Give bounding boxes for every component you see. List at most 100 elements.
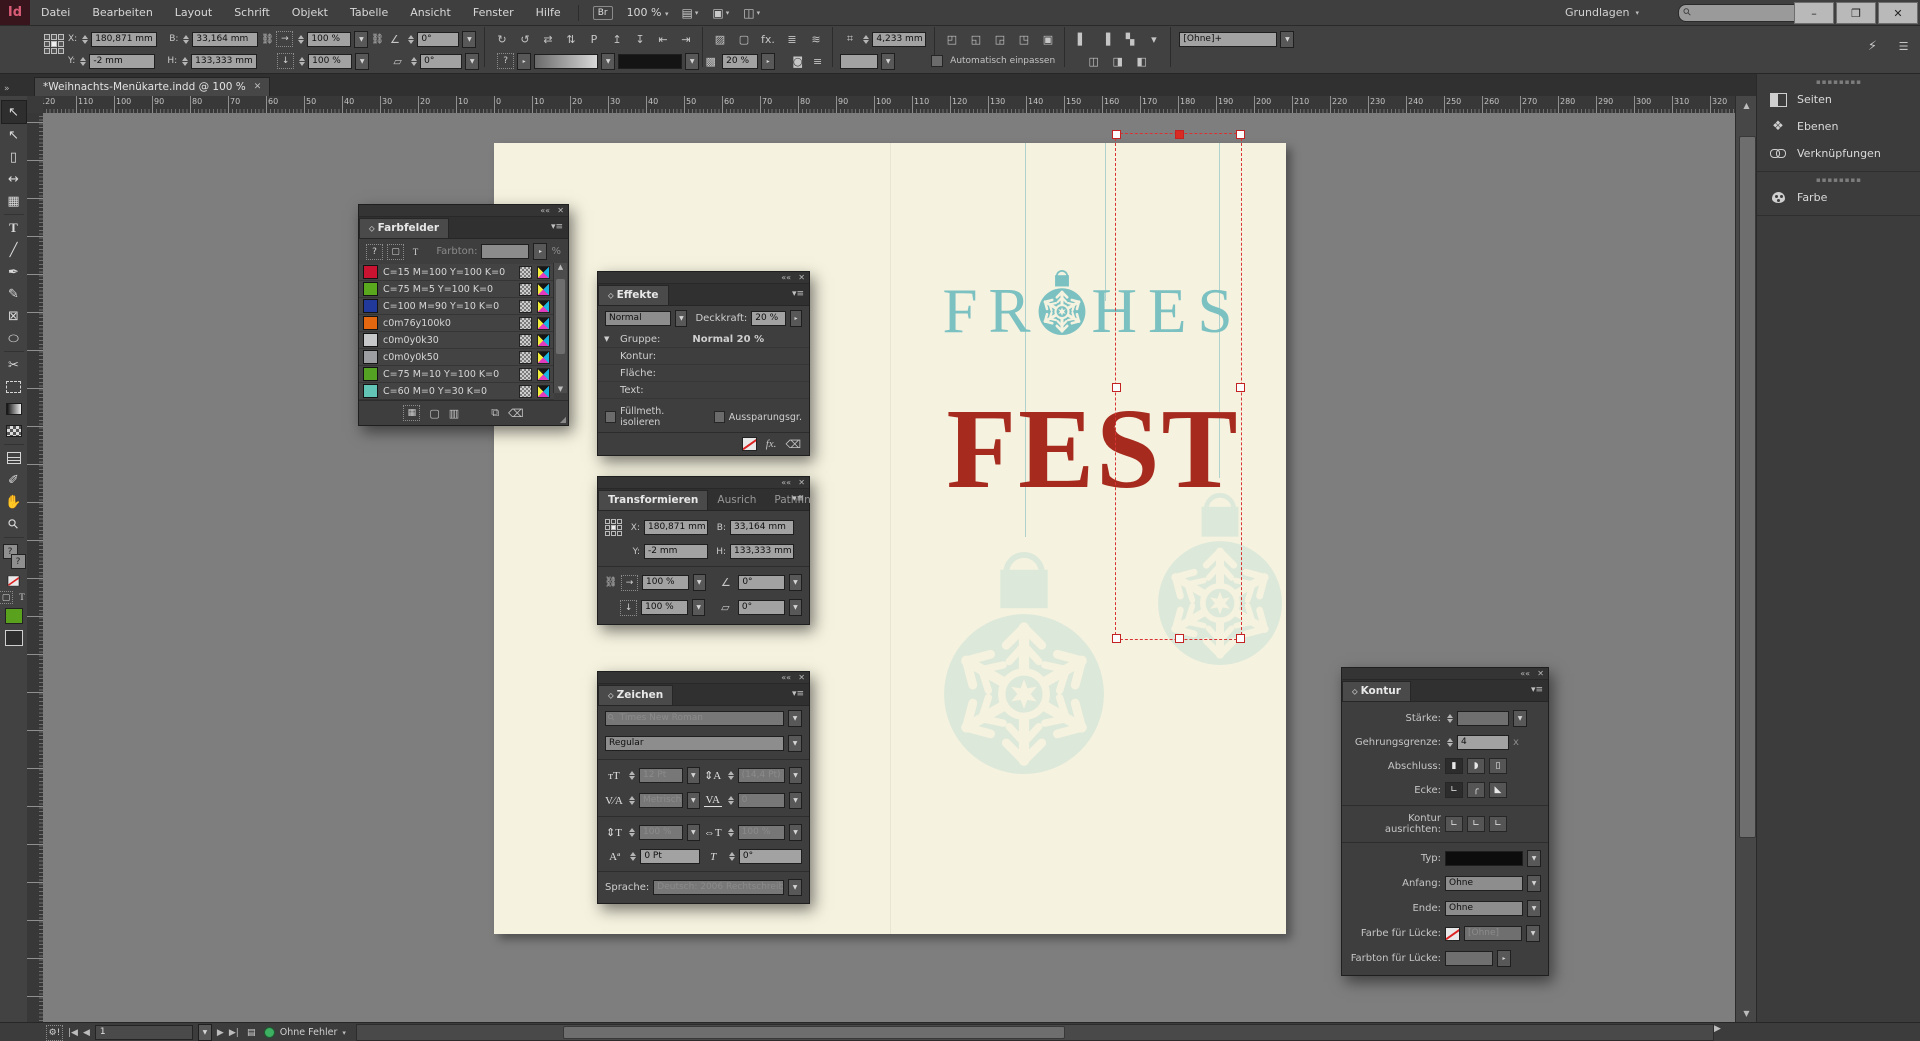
tracking-input[interactable]: 0 xyxy=(738,793,786,808)
cap-round-button[interactable]: ◗ xyxy=(1467,758,1485,774)
corner-radius-input[interactable]: 4,233 mm xyxy=(872,32,926,47)
rotation-input[interactable]: 0° xyxy=(417,32,459,47)
deckkraft-input[interactable]: 20 % xyxy=(751,311,786,326)
container-toggle-icon[interactable]: ▢ xyxy=(387,244,404,260)
blend-mode-arrow[interactable]: ▼ xyxy=(675,310,687,327)
dock-item-verknuepfungen[interactable]: Verknüpfungen xyxy=(1757,140,1920,167)
tool-zoom[interactable]: ⚲ xyxy=(2,513,26,535)
join-bevel-button[interactable]: ◣ xyxy=(1489,782,1507,798)
object-style-arrow[interactable]: ▼ xyxy=(1280,31,1294,48)
y-input[interactable]: -2 mm xyxy=(644,544,708,559)
tool-scissors[interactable]: ✂ xyxy=(2,354,26,376)
swatch-icon[interactable]: ▢ xyxy=(735,31,752,48)
selection-handle-top-center[interactable] xyxy=(1175,130,1184,139)
page-number-input[interactable]: 1 xyxy=(95,1025,193,1040)
workspace-switcher[interactable]: Grundlagen▾ xyxy=(1565,6,1639,19)
tool-selection[interactable]: ↖ xyxy=(1,100,27,124)
scale-y-arrow[interactable]: ▼ xyxy=(692,599,705,616)
preflight-panel-icon[interactable]: ▤ xyxy=(244,1026,259,1040)
select-next-icon[interactable]: ⇥ xyxy=(677,31,694,48)
show-gradient-swatches-button[interactable]: ▥ xyxy=(449,407,459,420)
menu-item[interactable]: Bearbeiten xyxy=(81,0,163,25)
previous-page-button[interactable]: ◀ xyxy=(83,1028,90,1038)
effects-target-row[interactable]: Text: xyxy=(598,382,809,399)
skew-input[interactable]: 0° xyxy=(739,849,802,864)
end-dropdown[interactable]: Ohne xyxy=(1445,901,1523,916)
fx-button[interactable]: fx. xyxy=(766,438,777,450)
staerke-stepper[interactable] xyxy=(1447,714,1453,723)
gap-color-dropdown[interactable]: [Ohne] xyxy=(1464,926,1522,941)
end-arrow[interactable]: ▼ xyxy=(1527,900,1541,917)
staerke-input[interactable] xyxy=(1457,711,1509,726)
horizontal-scroll-thumb[interactable] xyxy=(563,1026,1065,1039)
selection-handle-top-left[interactable] xyxy=(1112,130,1121,139)
dock-item-ebenen[interactable]: ❖ Ebenen xyxy=(1757,113,1920,140)
horizontal-scale-stepper[interactable] xyxy=(728,828,734,837)
skew-stepper[interactable] xyxy=(729,852,735,861)
height-input[interactable]: 133,333 mm xyxy=(191,54,257,69)
quick-apply-icon[interactable]: ⚡ xyxy=(1864,38,1881,55)
scale-x-stepper[interactable] xyxy=(298,35,304,44)
tool-page[interactable]: ▯ xyxy=(2,146,26,168)
leading-input[interactable]: (14,4 Pt) xyxy=(738,768,786,783)
stroke-proxy-icon[interactable]: ? xyxy=(11,554,26,569)
opacity-arrow[interactable]: ▸ xyxy=(761,53,775,70)
panel-close-icon[interactable]: ✕ xyxy=(798,273,805,282)
tab-farbfelder[interactable]: ⬦Farbfelder xyxy=(359,218,449,238)
y-input[interactable]: -2 mm xyxy=(89,54,155,69)
gehrung-stepper[interactable] xyxy=(1447,738,1453,747)
menu-item[interactable]: Hilfe xyxy=(525,0,572,25)
effects-target-row[interactable]: Kontur: xyxy=(598,348,809,365)
dock-item-seiten[interactable]: Seiten xyxy=(1757,86,1920,113)
align-right-icon[interactable]: ▚ xyxy=(1121,31,1138,48)
x-input[interactable]: 180,871 mm xyxy=(91,32,157,47)
kerning-input[interactable]: Metrisch xyxy=(639,793,683,808)
swatch-row[interactable]: C=15 M=100 Y=100 K=0 xyxy=(359,264,554,281)
vertical-scroll-thumb[interactable] xyxy=(1739,136,1756,838)
constrain-dimensions-icon[interactable]: ⛓ xyxy=(261,31,273,48)
default-fill-stroke-icon[interactable] xyxy=(8,575,20,586)
panel-resize-grip[interactable]: ◢ xyxy=(560,415,566,424)
tab-transformieren[interactable]: Transformieren xyxy=(598,490,708,510)
tab-close-icon[interactable]: ✕ xyxy=(254,82,262,92)
stroke-panel-icon[interactable]: ▨ xyxy=(711,31,728,48)
kerning-stepper[interactable] xyxy=(629,796,635,805)
leading-arrow[interactable]: ▼ xyxy=(789,767,802,784)
tool-gap[interactable]: ↔ xyxy=(2,168,26,190)
tab-ausrichten[interactable]: Ausrich xyxy=(708,491,765,510)
tool-gradient-feather[interactable] xyxy=(2,420,26,442)
cap-butt-button[interactable]: ▮ xyxy=(1445,758,1463,774)
fit-content-icon[interactable]: ◱ xyxy=(967,31,984,48)
select-container-icon[interactable]: ↥ xyxy=(608,31,625,48)
rotate-ccw-icon[interactable]: ↺ xyxy=(516,31,533,48)
scroll-up-arrow[interactable]: ▲ xyxy=(554,263,567,271)
reference-point-grid[interactable] xyxy=(44,34,66,56)
stroke-weight-arrow[interactable]: ▸ xyxy=(517,53,531,70)
fill-proxy-mini-icon[interactable]: ? xyxy=(366,244,383,260)
object-style-dropdown[interactable]: [Ohne]+ xyxy=(1179,32,1277,47)
tool-pen[interactable]: ✒ xyxy=(2,261,26,283)
search-input[interactable]: ⚲ xyxy=(1678,4,1802,22)
panel-title-strip[interactable]: «« ✕ xyxy=(598,672,809,684)
farbton-arrow[interactable]: ▸ xyxy=(533,243,547,260)
collapse-icon[interactable]: «« xyxy=(781,673,791,682)
tool-hand[interactable]: ✋ xyxy=(2,491,26,513)
staerke-arrow[interactable]: ▼ xyxy=(1513,710,1527,727)
fill-frame-icon[interactable]: ◳ xyxy=(1015,31,1032,48)
scale-x-input[interactable]: 100 % xyxy=(307,32,351,47)
horizontal-scale-input[interactable]: 100 % xyxy=(738,825,786,840)
shear-input[interactable]: 0° xyxy=(738,600,785,615)
preflight-menu-icon[interactable]: ⚙! xyxy=(46,1025,63,1041)
align-stroke-inside-button[interactable]: ∟ xyxy=(1467,816,1485,832)
tool-frame[interactable]: ⊠ xyxy=(2,305,26,327)
close-button[interactable]: ✕ xyxy=(1878,2,1918,24)
panel-menu-icon[interactable]: ▾≡ xyxy=(792,494,804,504)
first-page-button[interactable]: |◀ xyxy=(68,1028,78,1038)
blend-mode-dropdown[interactable]: Normal xyxy=(605,311,671,326)
font-family-dropdown[interactable]: ⚲Times New Roman xyxy=(605,711,784,726)
panel-menu-icon[interactable]: ▾≡ xyxy=(792,289,804,299)
font-style-dropdown[interactable]: Regular xyxy=(605,736,784,751)
page-dropdown-arrow[interactable]: ▼ xyxy=(198,1024,212,1041)
vertical-ruler[interactable] xyxy=(27,113,44,1022)
leading-stepper[interactable] xyxy=(728,771,734,780)
